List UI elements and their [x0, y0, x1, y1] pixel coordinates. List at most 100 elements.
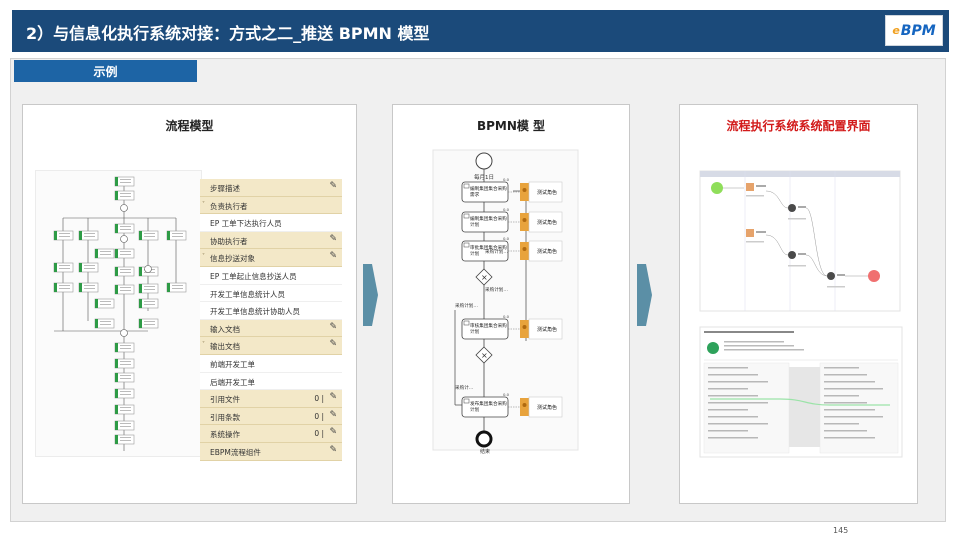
role-label: 测试角色: [537, 404, 557, 411]
property-section[interactable]: 输入文档 ✎: [200, 319, 342, 338]
task-node: [746, 183, 754, 191]
flow-node-text: [84, 285, 95, 286]
flow-node-text: [120, 423, 131, 424]
role-label: 测试角色: [537, 248, 557, 255]
property-label: 后端开发工单: [210, 377, 255, 387]
example-tab[interactable]: 示例: [14, 60, 197, 82]
property-label: 引用条款: [210, 412, 240, 422]
chevron-down-icon[interactable]: ˅: [202, 341, 205, 348]
flow-node-marker: [95, 299, 98, 308]
list-line: [824, 430, 867, 432]
flow-node-marker: [139, 231, 142, 240]
flow-node-text: [120, 345, 131, 346]
edit-pencil-icon[interactable]: ✎: [329, 234, 337, 244]
flow-node-text: [100, 324, 111, 325]
property-label: 负责执行者: [210, 201, 248, 211]
property-label: EP 工单下达执行人员: [210, 219, 282, 229]
list-line: [708, 367, 748, 369]
task-label: 计划: [470, 221, 480, 228]
task-label: 审核集团集合采购: [470, 322, 507, 329]
flow-node-text: [100, 251, 111, 252]
flow-node-text: [100, 304, 111, 305]
edit-pencil-icon[interactable]: ✎: [329, 251, 337, 261]
task-label: 计划: [470, 328, 480, 335]
flow-node-marker: [115, 405, 118, 414]
flow-node-marker: [115, 373, 118, 382]
property-section[interactable]: ˅ 信息抄送对象 ✎: [200, 249, 342, 267]
task-text: [756, 231, 766, 233]
chevron-down-icon[interactable]: ˅: [202, 253, 205, 260]
edit-pencil-icon[interactable]: ✎: [329, 392, 337, 402]
swimlane-header: [700, 171, 900, 177]
property-list: 步骤描述 ✎ ˅ 负责执行者 EP 工单下达执行人员协助执行者 ✎ ˅ 信息抄送对象 ✎ EP 工…: [200, 179, 342, 461]
edit-pencil-icon[interactable]: ✎: [329, 339, 337, 349]
role-label: 测试角色: [537, 189, 557, 196]
property-section[interactable]: 系统操作 0 | ✎: [200, 425, 342, 443]
flow-node-text: [120, 182, 131, 183]
edit-pencil-icon[interactable]: ✎: [329, 181, 337, 191]
property-item[interactable]: 开发工单信息统计人员: [200, 284, 342, 303]
chevron-down-icon[interactable]: ˅: [202, 201, 205, 208]
flow-node-text: [172, 236, 183, 237]
property-section[interactable]: EBPM流程组件 ✎: [200, 442, 342, 461]
end-event: [475, 430, 493, 448]
edit-pencil-icon[interactable]: ✎: [329, 445, 337, 455]
flow-node-text: [172, 285, 183, 286]
flow-node-text: [120, 391, 131, 392]
end-label: 结束: [480, 448, 490, 455]
flow-node-text: [120, 437, 131, 438]
flow-node-text: [100, 254, 111, 255]
property-section[interactable]: 引用条款 0 | ✎: [200, 407, 342, 426]
property-item[interactable]: EP 工单下达执行人员: [200, 214, 342, 232]
property-item[interactable]: EP 工单起止信息抄送人员: [200, 266, 342, 285]
flow-label: 采购计划…: [485, 286, 508, 293]
flow-node-text: [144, 321, 155, 322]
bpmn-diagram: 每月1日编制集团集合采购需求0.0测试角色编制集团集合采购计划0.0测试角色审批…: [432, 149, 579, 455]
task-label: 需求: [470, 191, 480, 198]
flow-node-marker: [167, 283, 170, 292]
flow-node-text: [172, 233, 183, 234]
edit-pencil-icon[interactable]: ✎: [329, 322, 337, 332]
user-text: [837, 274, 845, 276]
property-section[interactable]: 步骤描述 ✎: [200, 179, 342, 197]
flow-diagram-canvas: [35, 170, 202, 457]
property-section[interactable]: 协助执行者 ✎: [200, 231, 342, 250]
gateway-x-mark: ×: [481, 351, 488, 360]
property-item[interactable]: 后端开发工单: [200, 372, 342, 391]
flow-node-text: [172, 288, 183, 289]
user-sub: [827, 286, 845, 288]
flow-node-text: [144, 233, 155, 234]
flow-node-marker: [115, 224, 118, 233]
flow-node-text: [120, 426, 131, 427]
desc-line: [724, 345, 794, 347]
task-node: [746, 229, 754, 237]
flow-model-title: 流程模型: [165, 119, 214, 133]
user-avatar: [788, 251, 796, 259]
role-person-icon: [522, 247, 527, 251]
list-line: [824, 423, 859, 425]
role-label: 测试角色: [537, 219, 557, 226]
user-sub: [788, 218, 806, 220]
flow-label: 采购计划…: [485, 248, 508, 255]
property-item[interactable]: 开发工单信息统计协助人员: [200, 302, 342, 320]
list-line: [824, 409, 875, 411]
list-line: [824, 395, 859, 397]
property-section[interactable]: ˅ 输出文档 ✎: [200, 337, 342, 355]
list-line: [708, 395, 758, 397]
flow-gateway: [120, 204, 128, 212]
list-line: [824, 374, 867, 376]
edit-pencil-icon[interactable]: ✎: [329, 410, 337, 420]
slide-title: 2）与信息化执行系统对接：方式之二_推送 BPMN 模型: [26, 24, 430, 43]
property-section[interactable]: 引用文件 0 | ✎: [200, 390, 342, 408]
flow-node-text: [144, 236, 155, 237]
user-avatar: [788, 204, 796, 212]
property-section[interactable]: ˅ 负责执行者: [200, 196, 342, 215]
gateway-x-mark: ×: [481, 273, 488, 282]
list-line: [708, 388, 748, 390]
edit-pencil-icon[interactable]: ✎: [329, 427, 337, 437]
list-line: [708, 409, 748, 411]
flow-node-marker: [115, 421, 118, 430]
property-item[interactable]: 前端开发工单: [200, 354, 342, 373]
task-label: 计划: [470, 250, 480, 257]
flow-node-marker: [115, 191, 118, 200]
